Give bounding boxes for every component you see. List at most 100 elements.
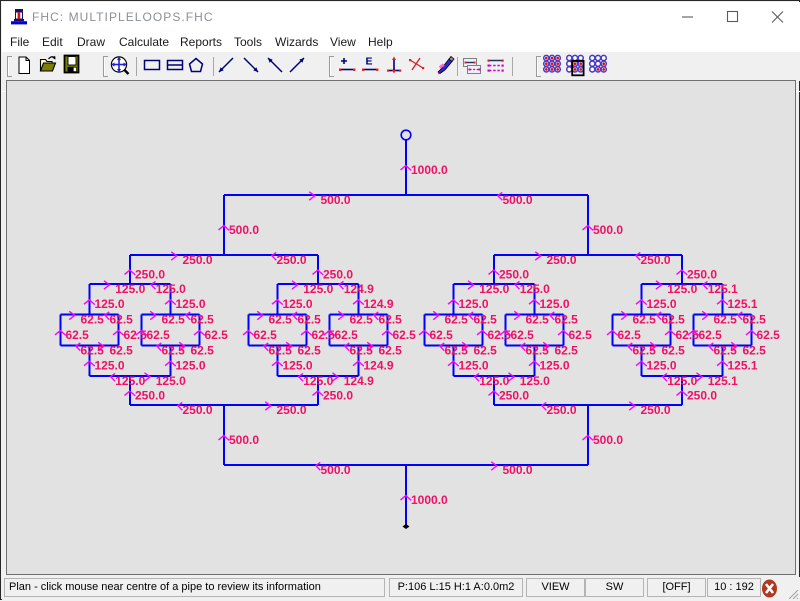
- svg-text:62.5: 62.5: [124, 328, 148, 342]
- svg-text:250.0: 250.0: [547, 403, 577, 417]
- svg-text:125.1: 125.1: [708, 374, 738, 388]
- svg-text:62.5: 62.5: [757, 328, 781, 342]
- svg-text:250.0: 250.0: [499, 267, 529, 281]
- svg-text:124.9: 124.9: [364, 359, 394, 373]
- svg-text:62.5: 62.5: [162, 343, 186, 357]
- svg-text:62.5: 62.5: [676, 328, 700, 342]
- svg-text:500.0: 500.0: [321, 193, 351, 207]
- svg-text:250.0: 250.0: [687, 388, 717, 402]
- svg-text:125.0: 125.0: [479, 374, 509, 388]
- svg-text:250.0: 250.0: [183, 403, 213, 417]
- svg-text:125.0: 125.0: [176, 297, 206, 311]
- svg-text:125.0: 125.0: [283, 297, 313, 311]
- svg-text:62.5: 62.5: [474, 343, 498, 357]
- svg-text:125.0: 125.0: [303, 282, 333, 296]
- svg-text:124.9: 124.9: [364, 297, 394, 311]
- svg-text:250.0: 250.0: [183, 253, 213, 267]
- svg-text:62.5: 62.5: [633, 312, 657, 326]
- svg-text:125.0: 125.0: [459, 297, 489, 311]
- svg-text:62.5: 62.5: [488, 328, 512, 342]
- svg-text:500.0: 500.0: [593, 223, 623, 237]
- svg-text:62.5: 62.5: [445, 343, 469, 357]
- svg-text:62.5: 62.5: [66, 328, 90, 342]
- svg-text:250.0: 250.0: [547, 253, 577, 267]
- svg-text:250.0: 250.0: [323, 267, 353, 281]
- svg-text:62.5: 62.5: [81, 343, 105, 357]
- svg-text:62.5: 62.5: [555, 343, 579, 357]
- svg-text:62.5: 62.5: [110, 343, 134, 357]
- svg-text:62.5: 62.5: [379, 343, 403, 357]
- svg-text:62.5: 62.5: [298, 312, 322, 326]
- svg-text:62.5: 62.5: [298, 343, 322, 357]
- svg-text:250.0: 250.0: [277, 253, 307, 267]
- svg-text:62.5: 62.5: [191, 312, 215, 326]
- svg-text:62.5: 62.5: [254, 328, 278, 342]
- svg-text:62.5: 62.5: [618, 328, 642, 342]
- svg-text:125.0: 125.0: [667, 282, 697, 296]
- svg-text:250.0: 250.0: [641, 403, 671, 417]
- svg-text:62.5: 62.5: [350, 343, 374, 357]
- svg-text:62.5: 62.5: [511, 328, 535, 342]
- svg-text:62.5: 62.5: [147, 328, 171, 342]
- svg-text:62.5: 62.5: [379, 312, 403, 326]
- svg-text:125.0: 125.0: [95, 297, 125, 311]
- svg-text:1000.0: 1000.0: [411, 163, 448, 177]
- svg-text:125.0: 125.0: [115, 282, 145, 296]
- svg-text:62.5: 62.5: [81, 312, 105, 326]
- svg-text:250.0: 250.0: [499, 388, 529, 402]
- svg-text:62.5: 62.5: [526, 343, 550, 357]
- svg-text:62.5: 62.5: [393, 328, 417, 342]
- svg-text:125.0: 125.0: [156, 374, 186, 388]
- svg-text:62.5: 62.5: [205, 328, 229, 342]
- svg-text:62.5: 62.5: [555, 312, 579, 326]
- svg-text:62.5: 62.5: [662, 343, 686, 357]
- svg-text:124.9: 124.9: [344, 374, 374, 388]
- svg-text:125.0: 125.0: [647, 359, 677, 373]
- svg-text:125.0: 125.0: [459, 359, 489, 373]
- svg-text:62.5: 62.5: [350, 312, 374, 326]
- svg-text:500.0: 500.0: [229, 433, 259, 447]
- svg-text:62.5: 62.5: [110, 312, 134, 326]
- svg-text:500.0: 500.0: [321, 463, 351, 477]
- svg-text:250.0: 250.0: [641, 253, 671, 267]
- svg-text:62.5: 62.5: [312, 328, 336, 342]
- svg-text:250.0: 250.0: [687, 267, 717, 281]
- svg-text:62.5: 62.5: [714, 343, 738, 357]
- svg-text:62.5: 62.5: [699, 328, 723, 342]
- svg-text:125.0: 125.0: [479, 282, 509, 296]
- svg-text:125.0: 125.0: [540, 359, 570, 373]
- svg-text:124.9: 124.9: [344, 282, 374, 296]
- svg-text:250.0: 250.0: [323, 388, 353, 402]
- svg-text:500.0: 500.0: [593, 433, 623, 447]
- svg-text:62.5: 62.5: [474, 312, 498, 326]
- svg-text:62.5: 62.5: [430, 328, 454, 342]
- svg-text:62.5: 62.5: [526, 312, 550, 326]
- svg-text:125.0: 125.0: [303, 374, 333, 388]
- svg-text:62.5: 62.5: [569, 328, 593, 342]
- svg-text:125.0: 125.0: [176, 359, 206, 373]
- svg-text:62.5: 62.5: [714, 312, 738, 326]
- svg-text:62.5: 62.5: [269, 312, 293, 326]
- svg-text:250.0: 250.0: [135, 388, 165, 402]
- svg-text:125.0: 125.0: [95, 359, 125, 373]
- svg-text:125.1: 125.1: [728, 297, 758, 311]
- svg-text:125.1: 125.1: [728, 359, 758, 373]
- svg-text:500.0: 500.0: [229, 223, 259, 237]
- svg-text:1000.0: 1000.0: [411, 493, 448, 507]
- svg-text:62.5: 62.5: [743, 312, 767, 326]
- svg-text:125.0: 125.0: [520, 282, 550, 296]
- svg-text:125.1: 125.1: [708, 282, 738, 296]
- svg-text:500.0: 500.0: [503, 193, 533, 207]
- svg-text:125.0: 125.0: [283, 359, 313, 373]
- svg-text:500.0: 500.0: [503, 463, 533, 477]
- svg-text:62.5: 62.5: [662, 312, 686, 326]
- svg-text:62.5: 62.5: [269, 343, 293, 357]
- svg-text:62.5: 62.5: [445, 312, 469, 326]
- svg-text:62.5: 62.5: [335, 328, 359, 342]
- svg-text:62.5: 62.5: [633, 343, 657, 357]
- svg-text:125.0: 125.0: [647, 297, 677, 311]
- svg-text:62.5: 62.5: [191, 343, 215, 357]
- svg-text:125.0: 125.0: [520, 374, 550, 388]
- svg-text:62.5: 62.5: [162, 312, 186, 326]
- svg-text:125.0: 125.0: [156, 282, 186, 296]
